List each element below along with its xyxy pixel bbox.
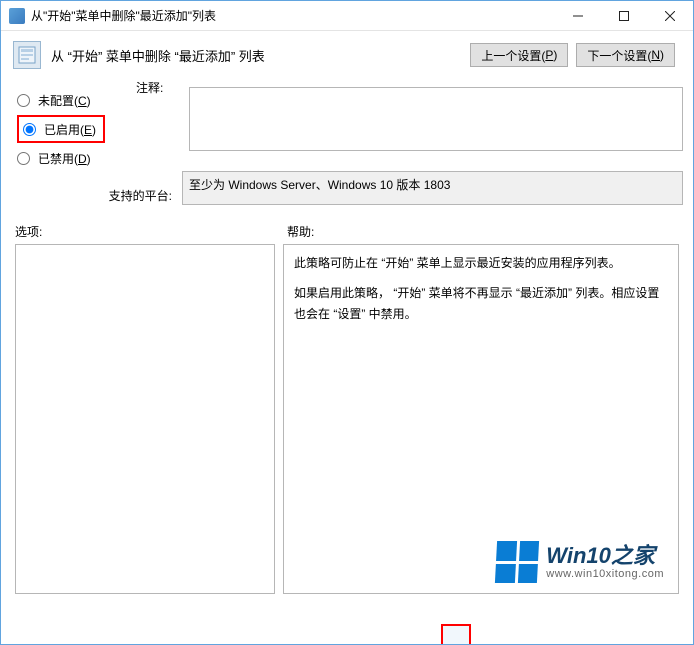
options-pane[interactable] bbox=[15, 244, 275, 594]
prev-label: 上一个设置( bbox=[481, 47, 545, 64]
prev-close: ) bbox=[553, 48, 557, 62]
radio-not-configured-input[interactable] bbox=[17, 94, 30, 107]
state-radios: 未配置(C) 已启用(E) 已禁用(D) bbox=[11, 87, 176, 171]
titlebar: 从"开始"菜单中删除"最近添加"列表 bbox=[1, 1, 693, 31]
policy-icon bbox=[13, 41, 41, 69]
next-key: N bbox=[651, 48, 660, 62]
help-paragraph-1: 此策略可防止在 “开始” 菜单上显示最近安装的应用程序列表。 bbox=[294, 253, 668, 273]
comment-textarea[interactable] bbox=[189, 87, 683, 151]
enabled-highlight: 已启用(E) bbox=[17, 115, 105, 143]
help-pane[interactable]: 此策略可防止在 “开始” 菜单上显示最近安装的应用程序列表。 如果启用此策略， … bbox=[283, 244, 679, 594]
header-row: 从 “开始” 菜单中删除 “最近添加” 列表 上一个设置(P) 下一个设置(N) bbox=[11, 41, 683, 69]
app-icon bbox=[9, 8, 25, 24]
radio-disabled[interactable]: 已禁用(D) bbox=[17, 145, 176, 171]
radio-enabled-input[interactable] bbox=[23, 123, 36, 136]
content-area: 从 “开始” 菜单中删除 “最近添加” 列表 上一个设置(P) 下一个设置(N)… bbox=[1, 31, 693, 604]
comment-label: 注释: bbox=[136, 79, 163, 96]
options-label: 选项: bbox=[15, 223, 275, 240]
policy-editor-window: 从"开始"菜单中删除"最近添加"列表 从 “开始” 菜单中删除 “最近添加” 列… bbox=[0, 0, 694, 645]
watermark-url: www.win10xitong.com bbox=[546, 568, 664, 580]
settings-grid: 未配置(C) 已启用(E) 已禁用(D) bbox=[11, 87, 683, 205]
ok-button-highlight bbox=[441, 624, 471, 644]
next-setting-button[interactable]: 下一个设置(N) bbox=[576, 43, 675, 67]
help-paragraph-2: 如果启用此策略， “开始” 菜单将不再显示 “最近添加” 列表。相应设置也会在 … bbox=[294, 283, 668, 324]
previous-setting-button[interactable]: 上一个设置(P) bbox=[470, 43, 568, 67]
policy-name: 从 “开始” 菜单中删除 “最近添加” 列表 bbox=[51, 46, 460, 65]
help-label: 帮助: bbox=[275, 223, 679, 240]
supported-textarea bbox=[182, 171, 683, 205]
prev-key: P bbox=[545, 48, 553, 62]
window-title: 从"开始"菜单中删除"最近添加"列表 bbox=[31, 7, 555, 24]
lower-labels: 选项: 帮助: bbox=[11, 223, 683, 240]
watermark: Win10之家 www.win10xitong.com bbox=[496, 541, 664, 583]
watermark-brand: Win10之家 bbox=[546, 544, 664, 568]
radio-disabled-input[interactable] bbox=[17, 152, 30, 165]
windows-logo-icon bbox=[495, 541, 539, 583]
supported-label: 支持的平台: bbox=[11, 171, 176, 204]
next-label: 下一个设置( bbox=[587, 47, 651, 64]
next-close: ) bbox=[660, 48, 664, 62]
window-controls bbox=[555, 1, 693, 30]
panes: 此策略可防止在 “开始” 菜单上显示最近安装的应用程序列表。 如果启用此策略， … bbox=[11, 244, 683, 594]
minimize-button[interactable] bbox=[555, 1, 601, 31]
maximize-button[interactable] bbox=[601, 1, 647, 31]
radio-enabled[interactable]: 已启用(E) bbox=[23, 119, 99, 139]
close-button[interactable] bbox=[647, 1, 693, 31]
